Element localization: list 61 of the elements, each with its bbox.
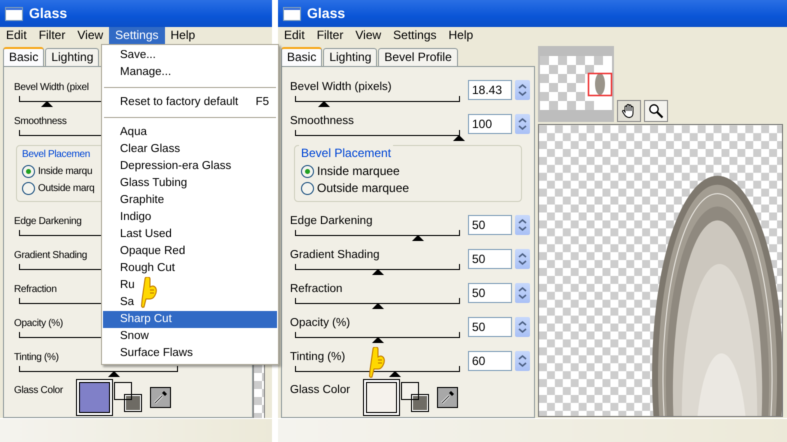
menu-item[interactable]: Aqua [103,124,277,141]
slider-label: Refraction [290,282,342,297]
tab[interactable]: Basic [3,47,44,66]
menu-item[interactable]: Snow [103,328,277,345]
menu-item[interactable]: Edit [0,27,33,44]
value-field[interactable]: 50 [468,282,512,302]
menu-item[interactable]: Reset to factory default F5 [103,94,277,111]
value-field[interactable]: 60 [468,350,512,370]
menu-item[interactable]: Filter [32,27,72,44]
color-label: Glass Color [290,382,350,398]
menu-item[interactable]: Settings [109,27,165,44]
menu-item[interactable]: Opaque Red [103,243,277,260]
slider-label: Refraction [14,283,57,297]
menu-item[interactable]: Filter [310,27,350,44]
menu-item[interactable]: Sharp Cut [103,311,277,328]
tab[interactable]: Lighting [45,48,100,66]
radio-label: Outside marquee [317,180,410,197]
window-title: Glass [307,4,346,23]
slider-label: Tinting (%) [290,350,346,365]
menu-item[interactable]: Edit [278,27,311,44]
menu-item[interactable]: Rough Cut [103,260,277,277]
slider-label: Smoothness [290,114,354,128]
radio-label: Inside marquee [317,163,400,180]
menu-item[interactable]: Depression-era Glass [103,158,277,175]
menu-item[interactable]: View [71,27,110,44]
radio-label: Inside marqu [38,164,92,178]
menu-item[interactable]: Help [442,27,480,44]
menu-item[interactable]: Help [164,27,202,44]
tab[interactable]: Lighting [323,48,378,66]
window-title: Glass [29,4,68,23]
slider-label: Smoothness [14,114,67,128]
value-field[interactable]: 50 [468,214,512,234]
value-field[interactable]: 50 [468,248,512,268]
slider-label: Gradient Shading [290,248,380,263]
slider-label: Opacity (%) [290,316,350,331]
menu-item[interactable]: Settings [387,27,443,44]
menu-item[interactable]: Manage... [103,64,277,81]
tab[interactable]: Basic [281,47,322,66]
menu-item[interactable]: Glass Tubing [103,175,277,192]
tab[interactable]: Bevel Profile [378,48,458,66]
slider-label: Edge Darkening [14,215,82,229]
radio-label: Outside marq [38,182,94,196]
value-field[interactable]: 18.43 [468,80,512,100]
menu-item[interactable]: Ru [103,277,277,294]
value-field[interactable]: 50 [468,316,512,336]
menu-item[interactable]: Indigo [103,209,277,226]
slider-label: Bevel Width (pixels) [290,80,392,94]
color-label: Glass Color [14,384,63,398]
slider-label: Edge Darkening [290,214,372,229]
menu-item[interactable]: View [349,27,388,44]
slider-label: Tinting (%) [14,351,59,365]
slider-label: Gradient Shading [14,249,88,263]
slider-label: Bevel Width (pixel [14,80,89,94]
menu-item[interactable]: Save... [103,47,277,64]
value-field[interactable]: 100 [468,114,512,134]
menu-item[interactable]: Surface Flaws [103,345,277,362]
slider-label: Opacity (%) [14,317,63,331]
menu-item[interactable]: Clear Glass [103,141,277,158]
menu-item[interactable]: Sa [103,294,277,311]
menu-item[interactable]: Graphite [103,192,277,209]
menu-item[interactable]: Last Used [103,226,277,243]
